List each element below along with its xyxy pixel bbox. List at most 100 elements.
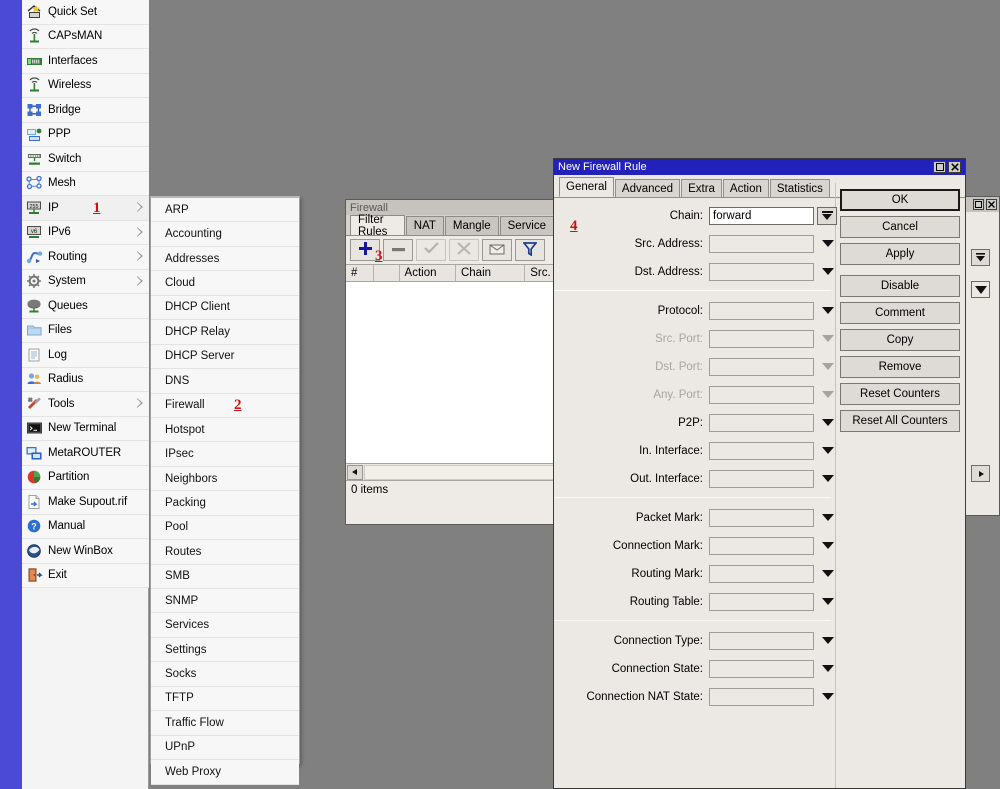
copy-button[interactable]: Copy: [840, 329, 960, 351]
firewall-filter-button[interactable]: [515, 239, 545, 261]
ip-submenu-item-hotspot[interactable]: Hotspot: [151, 417, 299, 443]
background-dialog-titlebar[interactable]: [966, 197, 999, 212]
comment-button[interactable]: Comment: [840, 302, 960, 324]
new-rule-tab-statistics[interactable]: Statistics: [769, 179, 830, 197]
firewall-tab-mangle[interactable]: Mangle: [444, 216, 499, 235]
ip-submenu[interactable]: ARP Accounting Addresses Cloud DHCP Client DH…: [150, 196, 300, 785]
ip-submenu-item-packing[interactable]: Packing: [151, 491, 299, 516]
ip-submenu-item-routes[interactable]: Routes: [151, 540, 299, 565]
ip-submenu-item-services[interactable]: Services: [151, 613, 299, 638]
ip-submenu-item-addresses[interactable]: Addresses: [151, 246, 299, 272]
sidebar-item-tools[interactable]: Tools: [22, 392, 149, 417]
new-rule-tab-advanced[interactable]: Advanced: [614, 179, 681, 197]
firewall-tab-filter-rules[interactable]: Filter Rules: [350, 214, 405, 238]
sidebar-item-capsman[interactable]: CAPsMAN: [22, 24, 149, 49]
chevron-down-icon-protocol[interactable]: [818, 302, 838, 320]
chevron-down-icon-in-interface[interactable]: [818, 442, 838, 460]
chevron-down-icon-any-port[interactable]: [818, 386, 838, 404]
sidebar-item-files[interactable]: Files: [22, 318, 149, 343]
ip-submenu-item-dhcp-client[interactable]: DHCP Client: [151, 295, 299, 321]
maximize-icon[interactable]: [973, 199, 984, 210]
chevron-down-icon-out-interface[interactable]: [818, 470, 838, 488]
sidebar-item-metarouter[interactable]: MetaROUTER: [22, 441, 149, 466]
sidebar-item-partition[interactable]: Partition: [22, 465, 149, 490]
sidebar-item-new-terminal[interactable]: New Terminal: [22, 416, 149, 441]
remove-button[interactable]: Remove: [840, 356, 960, 378]
firewall-comment-button[interactable]: [482, 239, 512, 261]
firewall-rules-list[interactable]: [346, 282, 555, 464]
background-scroll-right-icon[interactable]: [971, 465, 990, 482]
sidebar-item-wireless[interactable]: Wireless: [22, 73, 149, 98]
field-input-dst-port[interactable]: [709, 357, 814, 376]
ip-submenu-item-web-proxy[interactable]: Web Proxy: [151, 760, 299, 785]
firewall-remove-button[interactable]: [383, 239, 413, 261]
new-rule-tab-action[interactable]: Action: [722, 179, 769, 197]
sidebar-item-queues[interactable]: Queues: [22, 294, 149, 319]
firewall-horizontal-scrollbar[interactable]: [346, 464, 555, 481]
close-icon[interactable]: [948, 161, 961, 173]
field-input-src-address[interactable]: [709, 234, 814, 253]
firewall-tab-service[interactable]: Service: [499, 216, 554, 235]
reset-counters-button[interactable]: Reset Counters: [840, 383, 960, 405]
column-header-num[interactable]: #: [346, 265, 374, 281]
sidebar-item-new-winbox[interactable]: New WinBox: [22, 539, 149, 564]
column-header-flags[interactable]: [374, 265, 400, 281]
chevron-down-icon-packet-mark[interactable]: [818, 509, 838, 527]
scroll-track[interactable]: [364, 464, 554, 480]
sidebar-item-ip[interactable]: 255 IP: [22, 196, 149, 221]
chevron-down-icon-src-port[interactable]: [818, 330, 838, 348]
field-input-routing-table[interactable]: [709, 592, 814, 611]
field-input-protocol[interactable]: [709, 301, 814, 320]
new-rule-tab-general[interactable]: General: [559, 177, 614, 197]
sidebar-item-make-supout-rif[interactable]: Make Supout.rif: [22, 490, 149, 515]
ip-submenu-item-traffic-flow[interactable]: Traffic Flow: [151, 711, 299, 736]
sidebar-item-switch[interactable]: Switch: [22, 147, 149, 172]
sidebar-item-exit[interactable]: Exit: [22, 563, 149, 588]
ip-submenu-item-dhcp-relay[interactable]: DHCP Relay: [151, 320, 299, 345]
background-dialog-sliver[interactable]: [965, 196, 1000, 516]
ip-submenu-item-firewall[interactable]: Firewall: [151, 393, 299, 418]
ip-submenu-item-pool[interactable]: Pool: [151, 515, 299, 541]
ip-submenu-item-accounting[interactable]: Accounting: [151, 222, 299, 247]
field-input-connection-type[interactable]: [709, 631, 814, 650]
field-input-out-interface[interactable]: [709, 469, 814, 488]
ip-submenu-item-tftp[interactable]: TFTP: [151, 686, 299, 712]
firewall-tab-nat[interactable]: NAT: [405, 216, 444, 235]
field-input-connection-state[interactable]: [709, 659, 814, 678]
sidebar-item-ppp[interactable]: PPP: [22, 122, 149, 147]
reset-all-counters-button[interactable]: Reset All Counters: [840, 410, 960, 432]
chevron-down-icon-connection-type[interactable]: [818, 632, 838, 650]
firewall-tabstrip[interactable]: Filter Rules NAT Mangle Service: [346, 214, 555, 238]
sidebar-item-quick-set[interactable]: Quick Set: [22, 0, 149, 25]
sidebar-item-ipv6[interactable]: v6 IPv6: [22, 220, 149, 245]
maximize-icon[interactable]: [933, 161, 946, 173]
new-firewall-rule-dialog[interactable]: New Firewall Rule General Advanced Extra Ac…: [553, 158, 966, 789]
ip-submenu-item-dns[interactable]: DNS: [151, 369, 299, 394]
chevron-down-icon-p2p[interactable]: [818, 414, 838, 432]
field-input-connection-mark[interactable]: [709, 536, 814, 555]
dropdown-boxed-icon-chain[interactable]: [817, 206, 837, 225]
ip-submenu-item-ipsec[interactable]: IPsec: [151, 442, 299, 467]
apply-button[interactable]: Apply: [840, 243, 960, 265]
ip-submenu-item-snmp[interactable]: SNMP: [151, 589, 299, 614]
sidebar-item-radius[interactable]: Radius: [22, 367, 149, 392]
ip-submenu-item-dhcp-server[interactable]: DHCP Server: [151, 344, 299, 370]
chevron-down-icon-connection-mark[interactable]: [818, 537, 838, 555]
new-rule-tab-extra[interactable]: Extra: [681, 179, 722, 197]
new-rule-titlebar[interactable]: New Firewall Rule: [554, 159, 965, 175]
new-rule-action-buttons[interactable]: OK Cancel Apply Disable Comment Copy Remove Res…: [840, 189, 962, 437]
chevron-down-icon-connection-state[interactable]: [818, 660, 838, 678]
column-header-chain[interactable]: Chain: [456, 265, 526, 281]
field-input-packet-mark[interactable]: [709, 508, 814, 527]
sidebar-item-interfaces[interactable]: Interfaces: [22, 49, 149, 74]
scroll-left-icon[interactable]: [347, 464, 363, 480]
chevron-down-icon-src-address[interactable]: [818, 235, 838, 253]
field-input-src-port[interactable]: [709, 329, 814, 348]
ip-submenu-item-socks[interactable]: Socks: [151, 662, 299, 687]
field-input-dst-address[interactable]: [709, 262, 814, 281]
field-input-connection-nat-state[interactable]: [709, 687, 814, 706]
ip-submenu-item-neighbors[interactable]: Neighbors: [151, 466, 299, 492]
close-icon[interactable]: [986, 199, 997, 210]
sidebar-item-system[interactable]: System: [22, 269, 149, 294]
field-input-chain[interactable]: forward: [709, 206, 814, 225]
